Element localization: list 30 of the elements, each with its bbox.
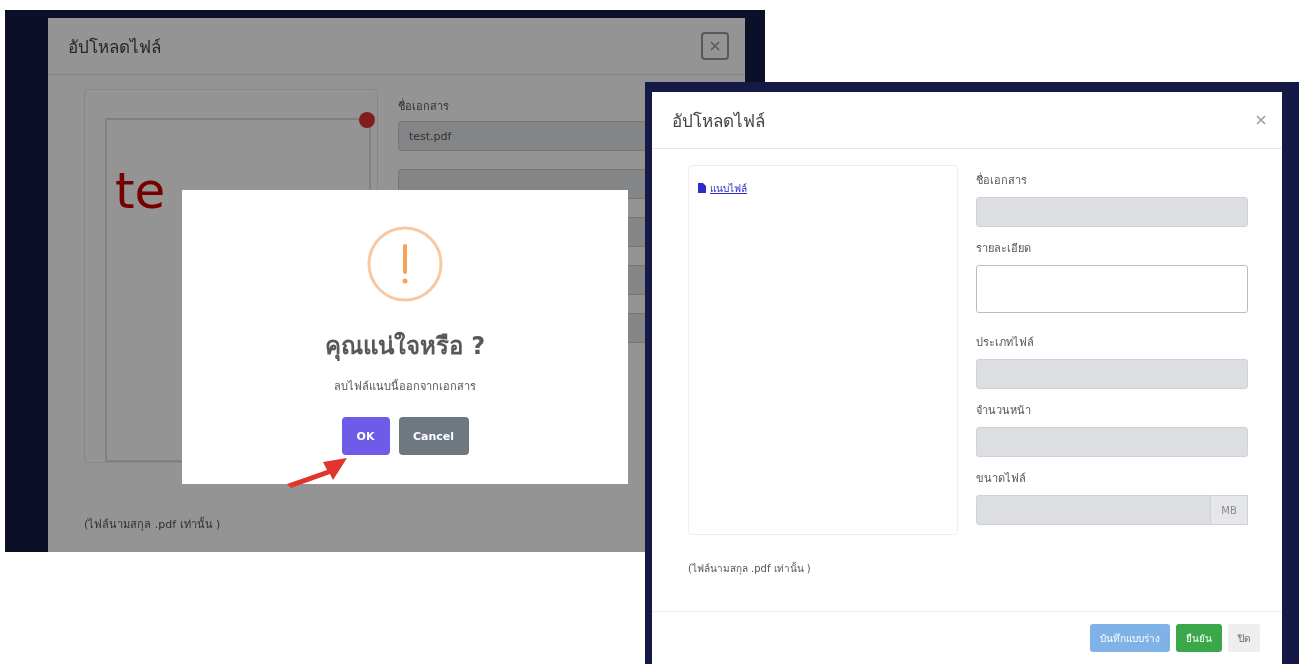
field-label: ขนาดไฟล์ <box>976 471 1027 487</box>
close-button[interactable] <box>701 32 729 60</box>
cancel-button[interactable]: Cancel <box>398 417 469 455</box>
attach-file-link[interactable]: แนบไฟล์ <box>697 180 747 196</box>
text-area[interactable] <box>976 265 1248 313</box>
input-field[interactable] <box>976 427 1248 457</box>
field-label: ชื่อเอกสาร <box>976 171 1028 189</box>
field-label: ประเภทไฟล์ <box>976 335 1035 351</box>
field-label: จำนวนหน้า <box>976 403 1032 419</box>
field-label: รายละเอียด <box>976 241 1032 257</box>
field-label: ชื่อเอกสาร <box>398 97 450 115</box>
dialog-title: อัปโหลดไฟล์ <box>68 35 161 59</box>
ok-button[interactable]: OK <box>341 417 390 455</box>
close-icon <box>710 41 720 51</box>
warning-icon <box>367 226 443 302</box>
remove-file-button[interactable] <box>359 112 375 128</box>
file-type-note: (ไฟล์นามสกุล .pdf เท่านั้น ) <box>688 563 811 574</box>
close-button[interactable] <box>1256 115 1266 125</box>
file-icon <box>697 183 707 193</box>
input-field[interactable] <box>976 495 1211 525</box>
input-field[interactable] <box>976 359 1248 389</box>
file-type-note: (ไฟล์นามสกุล .pdf เท่านั้น ) <box>84 516 222 533</box>
unit-label: MB <box>1211 495 1248 525</box>
confirm-button[interactable]: ยืนยัน <box>1176 624 1222 652</box>
input-field[interactable] <box>976 197 1248 227</box>
preview-text: te <box>115 166 166 216</box>
dialog-heading: คุณแน่ใจหรือ ? <box>324 330 486 363</box>
dialog-message: ลบไฟล์แนบนี้ออกจากเอกสาร <box>334 378 476 395</box>
close-icon <box>1256 115 1266 125</box>
close-button[interactable]: ปิด <box>1228 624 1260 652</box>
